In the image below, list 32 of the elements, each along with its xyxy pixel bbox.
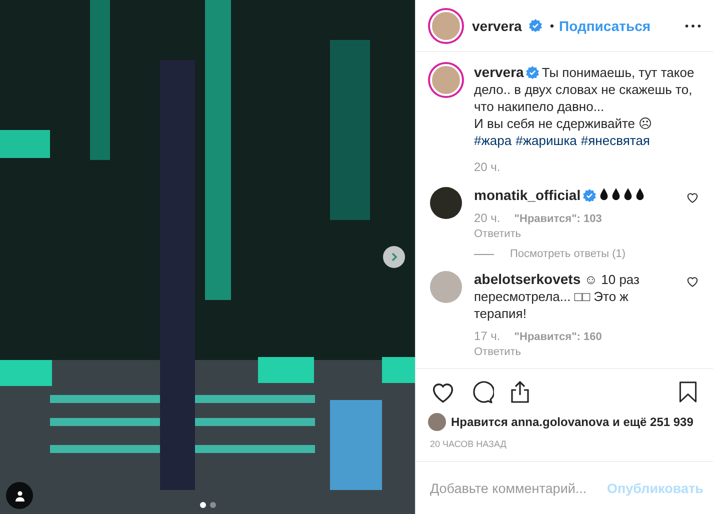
comment-time: 20 ч. (474, 210, 500, 227)
caption-text: ververa Ты понимаешь, тут такое дело.. в двух словах не скажешь то, что накипело давно... И вы себя не сдерживайте ☹ (474, 64, 696, 132)
drop-icon (598, 188, 609, 201)
heart-icon[interactable] (686, 275, 699, 288)
post-time: 20 ч. (474, 159, 502, 176)
avatar[interactable] (430, 187, 462, 219)
post-date: 20 ЧАСОВ НАЗАД (429, 438, 508, 451)
hashtag-link[interactable]: #жара (474, 132, 512, 149)
comment-text: abelotserkovets ☺ 10 раз пересмотрела... □□ Это ж терапия! (474, 271, 640, 322)
username[interactable]: ververa (472, 18, 522, 34)
more-options-icon[interactable] (685, 24, 701, 28)
verified-badge-icon (526, 66, 539, 79)
heart-icon[interactable] (686, 191, 699, 204)
verified-badge-icon (582, 189, 596, 202)
share-icon[interactable] (508, 380, 532, 404)
bookmark-icon[interactable] (677, 380, 699, 404)
chevron-right-icon (389, 252, 399, 262)
hashtag-link[interactable]: #жаришка (516, 132, 577, 149)
drop-icon (634, 188, 645, 201)
verified-badge-icon (528, 18, 542, 32)
carousel-dot[interactable] (210, 502, 216, 508)
username[interactable]: monatik_official (474, 187, 581, 203)
drop-icon (622, 188, 633, 201)
username[interactable]: ververa (474, 64, 524, 80)
comment-icon[interactable] (470, 380, 494, 404)
comment-time: 17 ч. (474, 328, 500, 345)
separator: • (550, 18, 554, 32)
username[interactable]: abelotserkovets (474, 271, 581, 287)
drop-icon (610, 188, 621, 201)
hashtag-link[interactable]: #янесвятая (580, 132, 650, 149)
person-icon (14, 490, 26, 502)
likes-text[interactable]: Нравится anna.golovanova и ещё 251 939 (451, 415, 694, 429)
